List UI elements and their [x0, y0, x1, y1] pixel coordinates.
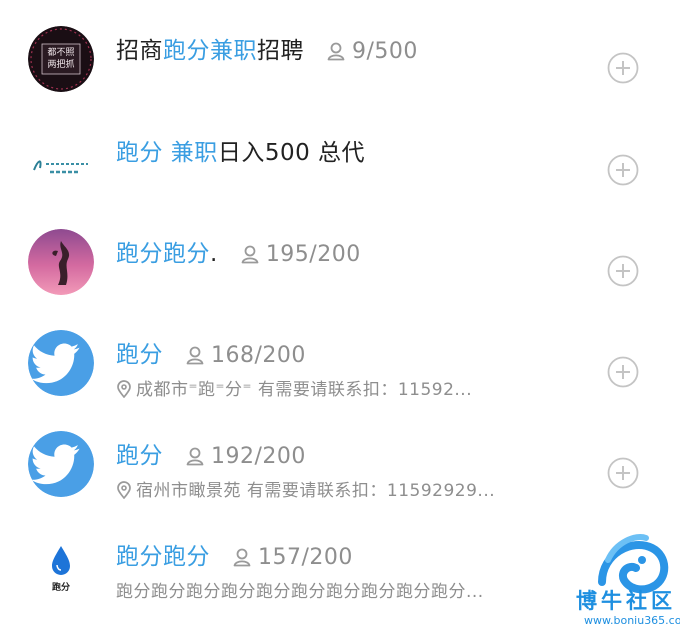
member-count-value: 9/500	[352, 39, 418, 64]
watermark-url: www.boniu365.com	[584, 614, 680, 627]
avatar-caption: 跑分	[51, 583, 70, 593]
member-count: 168/200	[185, 341, 306, 374]
group-description: 跑分跑分跑分跑分跑分跑分跑分跑分跑分跑分...	[116, 580, 484, 604]
water-drop-avatar: 跑分	[28, 532, 94, 598]
person-icon	[232, 546, 252, 576]
member-count: 9/500	[326, 37, 418, 70]
group-description: 成都市⁼跑⁼分⁼ 有需要请联系扣：11592...	[116, 378, 472, 405]
group-title: 跑分 192/200	[116, 441, 306, 475]
group-list-item[interactable]: 跑分 168/200 成都市⁼跑⁼分⁼ 有需要请联系扣：11592...	[0, 322, 680, 422]
location-pin-icon	[116, 481, 132, 506]
join-group-button[interactable]	[607, 457, 639, 489]
title-highlight: 跑分跑分	[116, 544, 210, 570]
twitter-bird-avatar	[28, 431, 94, 497]
title-text: 招商	[116, 38, 163, 64]
plus-circle-icon	[607, 154, 639, 186]
plus-circle-icon	[607, 52, 639, 84]
title-highlight: 跑分	[116, 342, 163, 368]
member-count: 195/200	[240, 240, 361, 273]
title-text: .	[210, 241, 218, 267]
person-icon	[240, 243, 260, 273]
group-title: 招商跑分兼职招聘 9/500	[116, 36, 418, 70]
pink-sunset-avatar	[28, 229, 94, 295]
title-highlight: 跑分跑分	[116, 241, 210, 267]
member-count-value: 192/200	[211, 444, 306, 469]
group-list-item[interactable]: 都不照 两把抓 招商跑分兼职招聘 9/500	[0, 18, 680, 118]
member-count: 157/200	[232, 543, 353, 576]
location-pin-icon	[116, 380, 132, 405]
avatar-seal-text: 都不照	[47, 48, 75, 58]
group-list-item[interactable]: 跑分跑分. 195/200	[0, 221, 680, 321]
group-title: 跑分跑分. 195/200	[116, 239, 361, 273]
plus-circle-icon	[607, 255, 639, 287]
join-group-button[interactable]	[607, 52, 639, 84]
group-title: 跑分跑分 157/200	[116, 542, 353, 576]
twitter-bird-avatar	[28, 330, 94, 396]
calligraphy-logo-avatar	[28, 134, 94, 200]
join-group-button[interactable]	[607, 154, 639, 186]
title-text: 日入500 总代	[217, 140, 366, 166]
person-icon	[185, 344, 205, 374]
member-count: 192/200	[185, 442, 306, 475]
person-icon	[185, 445, 205, 475]
plus-circle-icon	[607, 457, 639, 489]
group-description: 宿州市瞰景苑 有需要请联系扣：11592929...	[116, 479, 495, 506]
member-count-value: 157/200	[258, 545, 353, 570]
group-description-text: 成都市⁼跑⁼分⁼ 有需要请联系扣：11592...	[136, 380, 473, 400]
member-count-value: 195/200	[265, 242, 361, 267]
title-highlight: 跑分 兼职	[116, 140, 218, 166]
join-group-button[interactable]	[607, 255, 639, 287]
person-icon	[326, 40, 346, 70]
avatar-seal-text: 两把抓	[47, 60, 75, 70]
group-list-item[interactable]: 跑分 兼职日入500 总代	[0, 120, 680, 220]
dark-seal-avatar: 都不照 两把抓	[28, 26, 94, 92]
group-description-text: 跑分跑分跑分跑分跑分跑分跑分跑分跑分跑分...	[116, 582, 484, 602]
group-description-text: 宿州市瞰景苑 有需要请联系扣：11592929...	[136, 481, 496, 501]
group-list-item[interactable]: 跑分 192/200 宿州市瞰景苑 有需要请联系扣：11592929...	[0, 423, 680, 523]
title-highlight: 跑分	[116, 443, 163, 469]
plus-circle-icon	[607, 356, 639, 388]
group-title: 跑分 168/200	[116, 340, 306, 374]
group-title: 跑分 兼职日入500 总代	[116, 138, 365, 168]
member-count-value: 168/200	[211, 343, 306, 368]
watermark-text: 博牛社区	[576, 589, 676, 613]
title-highlight: 跑分兼职	[163, 38, 257, 64]
join-group-button[interactable]	[607, 356, 639, 388]
title-text: 招聘	[257, 38, 304, 64]
